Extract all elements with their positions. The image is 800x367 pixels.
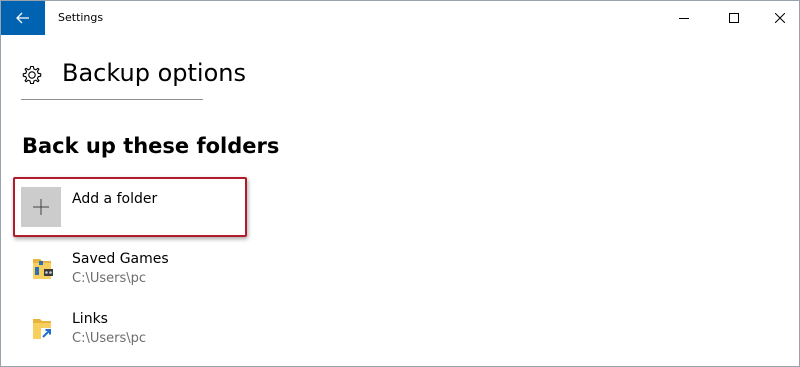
gear-icon [22,65,42,85]
window-title: Settings [58,11,104,24]
folder-name: Saved Games [72,251,169,267]
links-folder-icon [33,319,53,339]
page-title: Backup options [62,59,246,87]
add-folder-button[interactable] [21,187,61,227]
saved-games-folder-icon [33,259,53,279]
add-folder-label[interactable]: Add a folder [72,191,157,207]
folder-item-links[interactable]: Links C:\Users\pc [21,311,321,357]
section-title: Back up these folders [22,134,280,158]
maximize-button[interactable] [711,1,757,35]
folder-path: C:\Users\pc [72,271,147,286]
minimize-icon [679,18,689,19]
title-bar: Settings [1,1,799,35]
folder-path: C:\Users\pc [72,331,147,346]
page-header: Backup options [21,59,246,100]
folder-item-saved-games[interactable]: Saved Games C:\Users\pc [21,251,321,297]
back-button[interactable] [1,1,45,35]
close-button[interactable] [757,1,800,35]
folder-name: Links [72,311,108,327]
minimize-button[interactable] [661,1,707,35]
close-icon [775,13,785,23]
settings-window: Settings Backup options Back up these fo… [0,0,800,367]
plus-icon [33,199,49,215]
back-arrow-icon [16,12,29,24]
maximize-icon [729,13,739,23]
